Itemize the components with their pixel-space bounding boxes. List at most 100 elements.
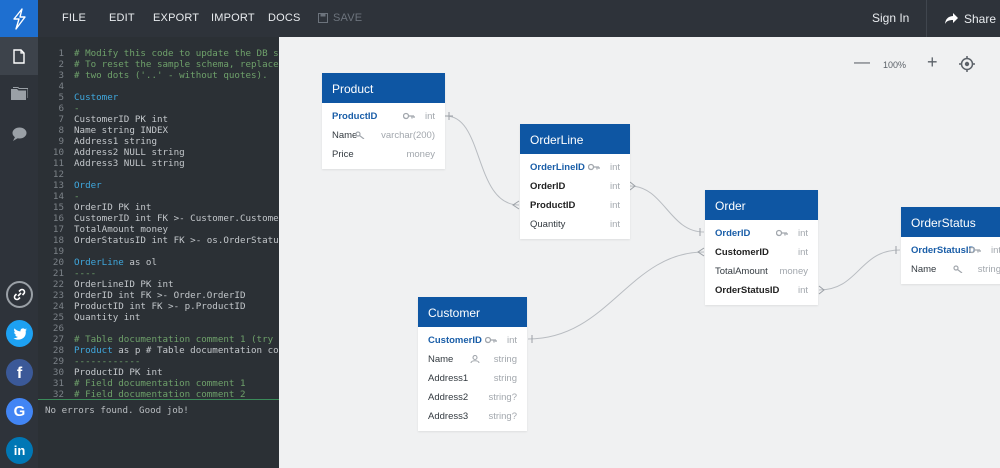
code-text: - <box>74 191 80 202</box>
code-text: # Field documentation comment 2 <box>74 389 246 399</box>
column-name: Address2 <box>428 392 469 403</box>
code-text: - <box>74 103 80 114</box>
column-type: int <box>609 219 620 230</box>
column-type: int <box>797 247 808 258</box>
line-number: 22 <box>52 279 64 290</box>
zoom-level: 100% <box>883 60 907 70</box>
menu-edit[interactable]: EDIT <box>109 12 135 24</box>
code-text: OrderStatusID int FK >- os.OrderStatusID <box>74 235 279 246</box>
table-column-row[interactable]: OrderLineID int <box>520 157 630 176</box>
column-type: string <box>493 373 517 384</box>
table-column-row[interactable]: Name varchar(200) <box>322 125 445 144</box>
table-order[interactable]: Order OrderID int CustomerID int TotalAmount m… <box>705 190 818 305</box>
table-orderline[interactable]: OrderLine OrderLineID int OrderID int Product… <box>520 124 630 239</box>
line-number: 28 <box>52 345 64 356</box>
column-name: Name <box>911 264 937 275</box>
table-title[interactable]: Customer <box>418 297 527 327</box>
line-number: 31 <box>52 378 64 389</box>
table-column-row[interactable]: Address2 string? <box>418 387 527 406</box>
menu-import[interactable]: IMPORT <box>211 12 255 24</box>
zoom-out-button[interactable]: — <box>854 54 870 72</box>
column-name: TotalAmount <box>715 266 768 277</box>
table-orderstatus[interactable]: OrderStatus OrderStatusID int Name string <box>901 207 1000 284</box>
linkedin-button[interactable]: in <box>6 437 33 464</box>
column-name: OrderID <box>530 181 566 192</box>
line-number: 15 <box>52 202 64 213</box>
line-number: 30 <box>52 367 64 378</box>
table-column-row[interactable]: CustomerID int <box>705 242 818 261</box>
table-column-row[interactable]: ProductID int <box>520 195 630 214</box>
menu-docs[interactable]: DOCS <box>268 12 301 24</box>
link-orderline-order <box>629 185 705 233</box>
table-column-row[interactable]: Address3 string? <box>418 406 527 425</box>
diagram-canvas[interactable]: — 100% + Product ProductID int Name varchar(… <box>279 37 1000 468</box>
twitter-button[interactable] <box>6 320 33 347</box>
line-number: 4 <box>58 81 64 92</box>
column-type: int <box>797 285 808 296</box>
table-column-row[interactable]: TotalAmount money <box>705 261 818 280</box>
table-column-row[interactable]: OrderID int <box>520 176 630 195</box>
document-button[interactable] <box>0 37 38 75</box>
line-number: 26 <box>52 323 64 334</box>
table-customer[interactable]: Customer CustomerID int Name string Address1 s… <box>418 297 527 431</box>
table-column-row[interactable]: Name string <box>418 349 527 368</box>
table-column-row[interactable]: CustomerID int <box>418 330 527 349</box>
code-text: OrderID PK int <box>74 202 152 213</box>
table-columns: CustomerID int Name string Address1 string Add… <box>418 327 527 431</box>
table-column-row[interactable]: OrderStatusID int <box>705 280 818 299</box>
column-type: int <box>506 335 517 346</box>
sidebar: f G in <box>0 37 38 468</box>
link-button[interactable] <box>6 281 33 308</box>
primary-key-icon <box>969 246 981 254</box>
menu-export[interactable]: EXPORT <box>153 12 199 24</box>
column-name: OrderID <box>715 228 751 239</box>
table-column-row[interactable]: Name string <box>901 259 1000 278</box>
facebook-button[interactable]: f <box>6 359 33 386</box>
column-type: int <box>609 200 620 211</box>
link-icon <box>13 288 26 301</box>
google-button[interactable]: G <box>6 398 33 425</box>
line-number: 12 <box>52 169 64 180</box>
table-column-row[interactable]: Address1 string <box>418 368 527 387</box>
sign-in-link[interactable]: Sign In <box>872 11 909 25</box>
table-title[interactable]: OrderLine <box>520 124 630 154</box>
line-number: 23 <box>52 290 64 301</box>
line-number: 25 <box>52 312 64 323</box>
table-title[interactable]: OrderStatus <box>901 207 1000 237</box>
table-title[interactable]: Order <box>705 190 818 220</box>
app-logo-icon[interactable] <box>0 0 38 37</box>
column-type: string <box>493 354 517 365</box>
line-number: 27 <box>52 334 64 345</box>
column-name: OrderStatusID <box>911 245 976 256</box>
table-column-row[interactable]: ProductID int <box>322 106 445 125</box>
table-column-row[interactable]: OrderID int <box>705 223 818 242</box>
column-type: int <box>609 181 620 192</box>
table-product[interactable]: Product ProductID int Name varchar(200) Price… <box>322 73 445 169</box>
table-column-row[interactable]: OrderStatusID int <box>901 240 1000 259</box>
schema-code-editor[interactable]: 1 # Modify this code to update the DB sch… <box>38 37 279 399</box>
zoom-in-button[interactable]: + <box>927 52 938 73</box>
save-button[interactable]: SAVE <box>318 12 362 24</box>
code-text: Order <box>74 180 102 191</box>
menu-file[interactable]: FILE <box>62 12 86 24</box>
document-icon <box>13 48 25 64</box>
line-number: 29 <box>52 356 64 367</box>
column-name: Name <box>428 354 454 365</box>
line-number: 11 <box>52 158 64 169</box>
recenter-target-icon[interactable] <box>959 56 975 72</box>
index-key-icon <box>953 265 963 273</box>
code-text: OrderLineID PK int <box>74 279 174 290</box>
table-title[interactable]: Product <box>322 73 445 103</box>
link-product-pk-mark <box>445 112 453 120</box>
table-column-row[interactable]: Price money <box>322 144 445 163</box>
code-text: OrderLine as ol <box>74 257 157 268</box>
code-text: Customer <box>74 92 119 103</box>
share-button[interactable]: Share <box>926 0 1000 37</box>
column-type: money <box>779 266 808 277</box>
line-number: 8 <box>58 125 64 136</box>
folder-button[interactable] <box>0 75 38 113</box>
code-text: OrderID int FK >- Order.OrderID <box>74 290 246 301</box>
table-column-row[interactable]: Quantity int <box>520 214 630 233</box>
line-number: 9 <box>58 136 64 147</box>
comment-button[interactable] <box>0 115 38 153</box>
